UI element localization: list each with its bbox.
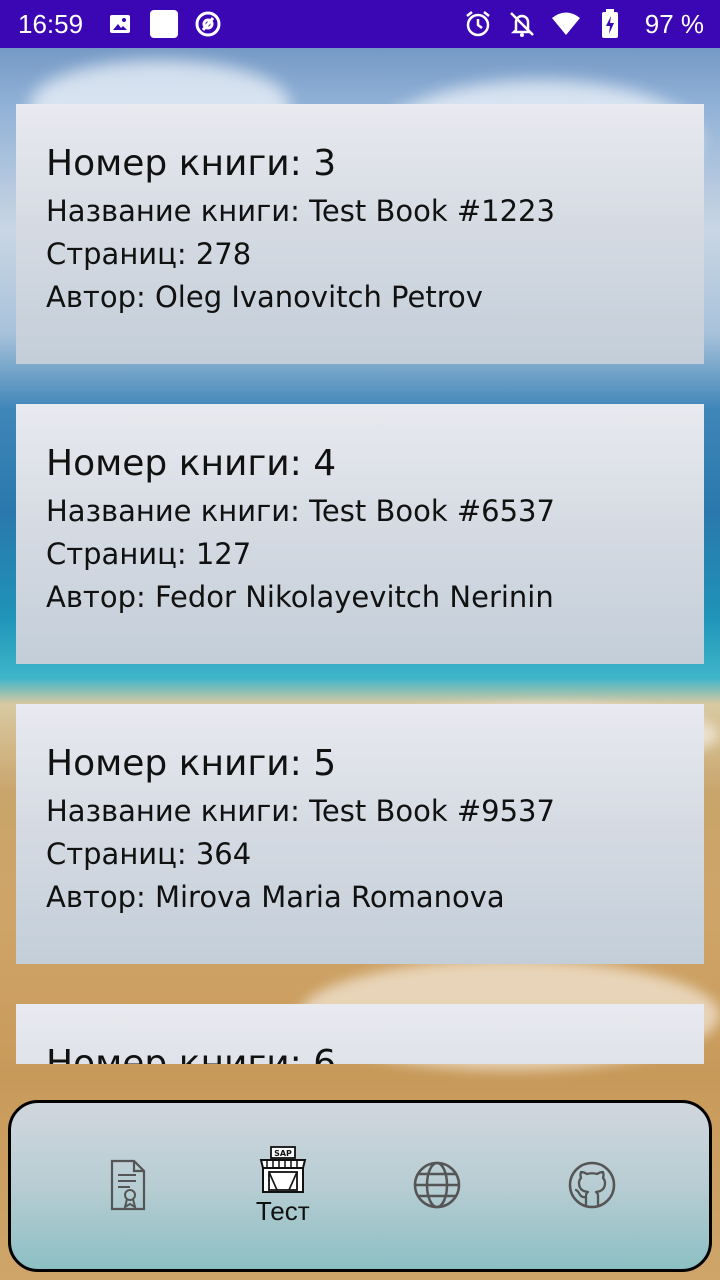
book-card[interactable]: Номер книги: 3 Название книги: Test Book… xyxy=(16,104,704,364)
book-title: Название книги: Test Book #6537 xyxy=(46,494,555,528)
square-icon xyxy=(149,9,179,39)
book-number: Номер книги: 3 xyxy=(46,143,337,184)
github-icon xyxy=(567,1160,617,1210)
wifi-icon xyxy=(551,9,581,39)
book-title: Название книги: Test Book #9537 xyxy=(46,794,555,828)
book-author: Автор: Mirova Maria Romanova xyxy=(46,880,505,914)
book-pages: Страниц: 278 xyxy=(46,237,252,271)
book-card[interactable]: Номер книги: 4 Название книги: Test Book… xyxy=(16,404,704,664)
at-sign-icon xyxy=(193,9,223,39)
book-number: Номер книги: 5 xyxy=(46,743,337,784)
sap-store-icon: SAP xyxy=(257,1145,309,1194)
book-number: Номер книги: 4 xyxy=(46,443,337,484)
book-card[interactable]: Номер книги: 6 xyxy=(16,1004,704,1064)
nav-item-github[interactable] xyxy=(532,1160,652,1212)
book-author: Автор: Fedor Nikolayevitch Nerinin xyxy=(46,580,554,614)
battery-percentage: 97 % xyxy=(644,8,704,39)
nav-item-globe[interactable] xyxy=(377,1160,497,1212)
book-list[interactable]: Номер книги: 3 Название книги: Test Book… xyxy=(16,104,704,1064)
alarm-icon xyxy=(463,9,493,39)
book-author: Автор: Oleg Ivanovitch Petrov xyxy=(46,280,483,314)
bottom-navigation: SAP Тест xyxy=(8,1100,712,1272)
nav-item-certificate[interactable] xyxy=(68,1159,188,1213)
book-title: Название книги: Test Book #1223 xyxy=(46,194,555,228)
status-time: 16:59 xyxy=(18,8,84,39)
globe-icon xyxy=(412,1160,462,1210)
book-number: Номер книги: 6 xyxy=(46,1043,337,1064)
certificate-document-icon xyxy=(108,1159,148,1211)
notifications-off-icon xyxy=(507,9,537,39)
book-pages: Страниц: 364 xyxy=(46,837,252,871)
battery-charging-icon xyxy=(595,9,625,39)
book-pages: Страниц: 127 xyxy=(46,537,252,571)
image-icon xyxy=(105,9,135,39)
nav-item-test[interactable]: SAP Тест xyxy=(223,1145,343,1227)
nav-label: Тест xyxy=(255,1195,310,1226)
status-bar: 16:59 97 % xyxy=(0,0,720,48)
book-card[interactable]: Номер книги: 5 Название книги: Test Book… xyxy=(16,704,704,964)
svg-text:SAP: SAP xyxy=(274,1149,292,1158)
